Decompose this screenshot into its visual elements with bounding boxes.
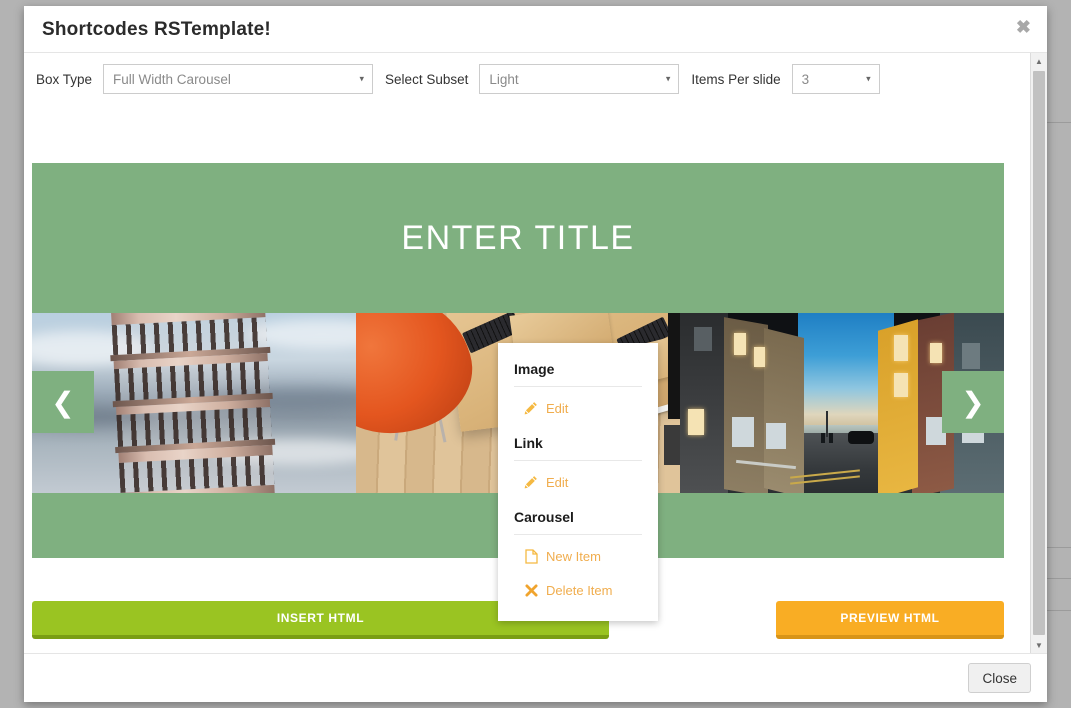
chevron-down-icon: ▾ [665, 73, 671, 84]
scrollbar-thumb[interactable] [1033, 71, 1045, 635]
page-title: Shortcodes RSTemplate! [42, 19, 271, 40]
items-per-slide-value: 3 [801, 71, 810, 87]
context-menu-item-delete-item[interactable]: Delete Item [498, 573, 658, 607]
building [764, 328, 804, 493]
chevron-down-icon: ▾ [866, 73, 871, 84]
pedestrian [829, 433, 833, 443]
context-menu-heading: Image [514, 351, 642, 387]
items-per-slide-label: Items Per slide [691, 71, 781, 87]
preview-html-button[interactable]: PREVIEW HTML [776, 601, 1004, 639]
leaning-tower-of-pisa [110, 313, 276, 493]
pencil-icon [522, 401, 540, 415]
box-type-value: Full Width Carousel [113, 71, 231, 87]
context-menu-item-link-edit[interactable]: Edit [498, 465, 658, 499]
shortcodes-modal: Shortcodes RSTemplate! ✖ Box Type Full W… [24, 6, 1047, 702]
items-per-slide-select[interactable]: 3 ▾ [791, 64, 880, 94]
car [848, 431, 874, 444]
context-menu-item-label: New Item [546, 548, 601, 564]
carousel-prev-button[interactable]: ❮ [32, 371, 94, 433]
close-icon[interactable]: ✖ [1016, 18, 1031, 36]
select-subset-value: Light [489, 71, 519, 87]
select-subset-select[interactable]: Light ▾ [479, 64, 680, 94]
building [724, 317, 768, 493]
close-button[interactable]: Close [968, 663, 1031, 693]
context-menu-item-new-item[interactable]: New Item [498, 539, 658, 573]
scroll-down-icon[interactable]: ▼ [1031, 637, 1047, 653]
pencil-icon [522, 475, 540, 489]
pedestrian [821, 433, 825, 443]
lamp-post [826, 411, 828, 437]
context-menu: Image Edit Link Edit Carousel New Item D… [498, 343, 658, 621]
context-menu-item-label: Delete Item [546, 582, 613, 598]
chevron-down-icon: ▾ [359, 73, 365, 84]
dark-object [664, 425, 680, 465]
select-subset-label: Select Subset [385, 71, 469, 87]
box-type-label: Box Type [36, 71, 93, 87]
carousel-next-button[interactable]: ❯ [942, 371, 1004, 433]
times-icon [522, 583, 540, 597]
box-type-select[interactable]: Full Width Carousel ▾ [103, 64, 374, 94]
vertical-scrollbar[interactable]: ▲ ▼ [1030, 53, 1047, 653]
context-menu-item-image-edit[interactable]: Edit [498, 391, 658, 425]
modal-header: Shortcodes RSTemplate! ✖ [24, 6, 1047, 53]
dark-object [668, 313, 680, 419]
carousel-title[interactable]: ENTER TITLE [32, 163, 1004, 313]
file-icon [522, 548, 540, 564]
modal-footer: Close [24, 653, 1047, 702]
scroll-up-icon[interactable]: ▲ [1031, 53, 1047, 69]
context-menu-heading: Carousel [514, 499, 642, 535]
options-toolbar: Box Type Full Width Carousel ▾ Select Su… [36, 64, 892, 94]
context-menu-heading: Link [514, 425, 642, 461]
context-menu-item-label: Edit [546, 474, 569, 490]
context-menu-item-label: Edit [546, 400, 569, 416]
